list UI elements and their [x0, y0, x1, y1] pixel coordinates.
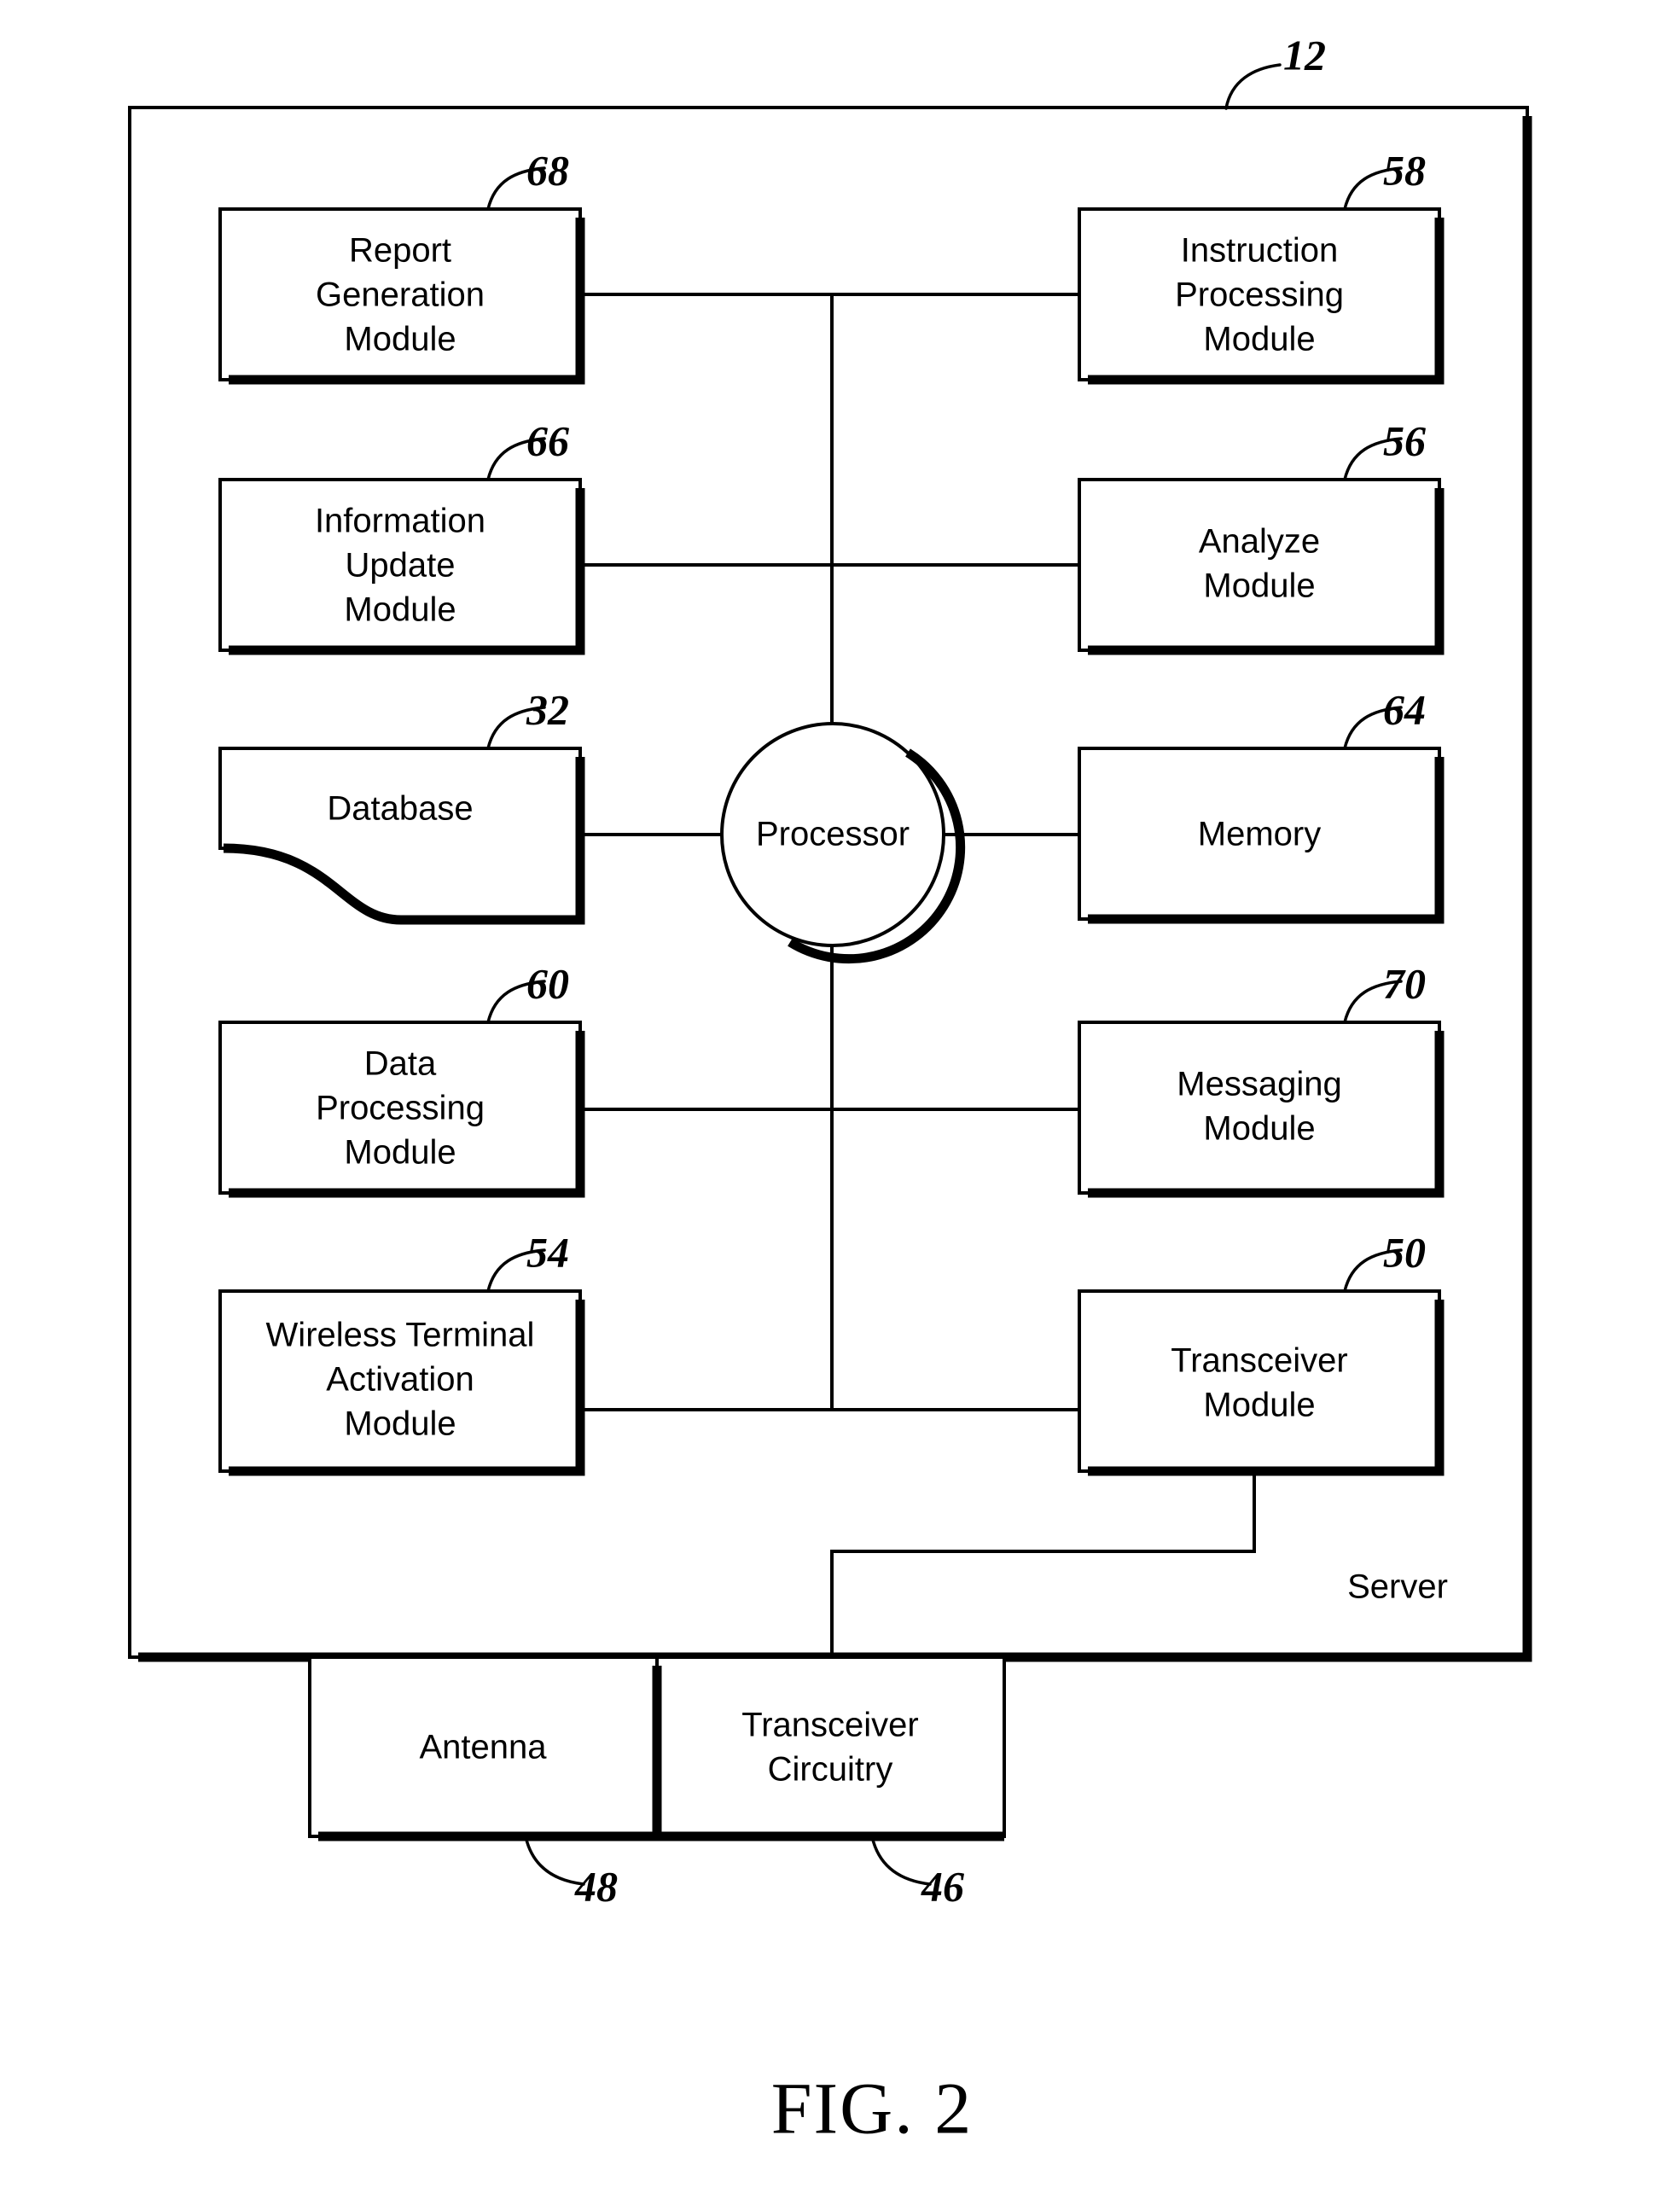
- transceiver-module-label-line-1: Transceiver: [1171, 1342, 1347, 1380]
- report-generation-label-line-1: Report: [349, 232, 451, 270]
- messaging-label-line-1: Messaging: [1177, 1066, 1341, 1103]
- ref-number-68: 68: [526, 146, 569, 194]
- ref-number-48: 48: [574, 1862, 618, 1910]
- analyze-label-line-2: Module: [1203, 567, 1315, 605]
- figure-caption: FIG. 2: [771, 2068, 974, 2150]
- module-transceiver-circuitry[interactable]: Transceiver Circuitry 46: [652, 1655, 1006, 1910]
- transceiver-module-label-line-2: Module: [1203, 1387, 1315, 1424]
- instruction-processing-label-line-1: Instruction: [1181, 232, 1339, 270]
- ref-number-60: 60: [526, 959, 569, 1007]
- report-generation-label-line-2: Generation: [316, 276, 485, 314]
- information-update-label-line-3: Module: [344, 591, 456, 629]
- information-update-label-line-1: Information: [315, 503, 485, 540]
- data-processing-label-line-3: Module: [344, 1134, 456, 1172]
- transceiver-circuitry-label-line-2: Circuitry: [768, 1751, 893, 1789]
- antenna-label: Antenna: [419, 1729, 547, 1766]
- analyze-label-line-1: Analyze: [1199, 523, 1320, 561]
- ref-number-64: 64: [1383, 685, 1426, 733]
- ref-number-70: 70: [1383, 959, 1426, 1007]
- transceiver-circuitry-box[interactable]: [655, 1655, 1006, 1838]
- block-diagram-svg: Server 12 Report Generation Module 68 In…: [128, 31, 1532, 2150]
- ref-number-12: 12: [1283, 31, 1326, 79]
- memory-label: Memory: [1198, 816, 1321, 853]
- ref-number-32: 32: [526, 685, 569, 733]
- messaging-label-line-2: Module: [1203, 1110, 1315, 1148]
- wireless-terminal-activation-label-line-3: Module: [344, 1405, 456, 1443]
- transceiver-module-box[interactable]: [1078, 1289, 1441, 1473]
- figure-root: Server 12 Report Generation Module 68 In…: [0, 0, 1680, 2205]
- ref-number-46: 46: [921, 1862, 964, 1910]
- wireless-terminal-activation-label-line-2: Activation: [326, 1361, 474, 1399]
- data-processing-label-line-2: Processing: [316, 1090, 485, 1127]
- data-processing-label-line-1: Data: [364, 1045, 437, 1083]
- database-label: Database: [327, 790, 473, 828]
- information-update-label-line-2: Update: [346, 547, 456, 585]
- ref-number-54: 54: [526, 1228, 569, 1276]
- instruction-processing-label-line-2: Processing: [1175, 276, 1344, 314]
- leader-line-12: [1224, 63, 1282, 110]
- ref-number-58: 58: [1383, 146, 1426, 194]
- module-antenna[interactable]: Antenna 48: [308, 1655, 659, 1910]
- processor-label: Processor: [756, 816, 910, 853]
- ref-number-66: 66: [526, 416, 569, 464]
- wireless-terminal-activation-label-line-1: Wireless Terminal: [266, 1317, 535, 1354]
- messaging-box[interactable]: [1078, 1021, 1441, 1195]
- analyze-box[interactable]: [1078, 478, 1441, 652]
- server-label: Server: [1347, 1568, 1448, 1606]
- ref-number-50: 50: [1383, 1228, 1426, 1276]
- ref-number-56: 56: [1383, 416, 1426, 464]
- report-generation-label-line-3: Module: [344, 321, 456, 358]
- instruction-processing-label-line-3: Module: [1203, 321, 1315, 358]
- transceiver-circuitry-label-line-1: Transceiver: [741, 1707, 918, 1744]
